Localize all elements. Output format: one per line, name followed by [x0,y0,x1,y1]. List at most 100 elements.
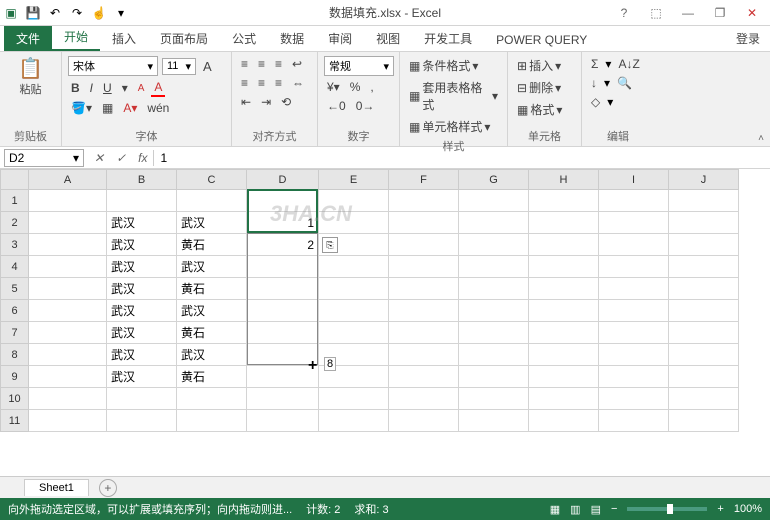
cell-H3[interactable] [529,234,599,256]
cell-B7[interactable]: 武汉 [107,322,177,344]
cell-G1[interactable] [459,190,529,212]
enter-button[interactable]: ✓ [110,151,132,165]
fill-color-button[interactable]: 🪣▾ [68,100,95,116]
cell-G10[interactable] [459,388,529,410]
sign-in-link[interactable]: 登录 [726,26,770,51]
cell-B2[interactable]: 武汉 [107,212,177,234]
cell-D6[interactable] [247,300,319,322]
underline-button[interactable]: U [100,80,115,96]
font-size-combo[interactable]: 11▾ [162,58,196,75]
cell-I11[interactable] [599,410,669,432]
col-header-E[interactable]: E [319,170,389,190]
decrease-decimal-button[interactable]: 0→ [353,98,378,114]
cell-A1[interactable] [29,190,107,212]
cell-C9[interactable]: 黄石 [177,366,247,388]
fill-button[interactable]: ↓ [588,75,600,91]
cell-B10[interactable] [107,388,177,410]
cell-H8[interactable] [529,344,599,366]
format-as-table-button[interactable]: ▦ 套用表格格式 ▾ [406,78,501,114]
cell-I8[interactable] [599,344,669,366]
tab-home[interactable]: 开始 [52,24,100,51]
col-header-A[interactable]: A [29,170,107,190]
cell-J1[interactable] [669,190,739,212]
zoom-out-button[interactable]: − [611,503,617,515]
cell-I10[interactable] [599,388,669,410]
cell-D11[interactable] [247,410,319,432]
zoom-slider[interactable] [627,507,707,511]
cell-H5[interactable] [529,278,599,300]
cell-G5[interactable] [459,278,529,300]
merge-button[interactable]: ⇔ [289,75,307,91]
tab-file[interactable]: 文件 [4,26,52,51]
cell-C1[interactable] [177,190,247,212]
font-name-combo[interactable]: 宋体▾ [68,56,158,76]
col-header-D[interactable]: D [247,170,319,190]
cell-A5[interactable] [29,278,107,300]
row-header-6[interactable]: 6 [1,300,29,322]
view-page-break-icon[interactable]: ▤ [591,503,601,516]
col-header-I[interactable]: I [599,170,669,190]
cell-B1[interactable] [107,190,177,212]
view-normal-icon[interactable]: ▦ [550,503,560,516]
cell-F6[interactable] [389,300,459,322]
cell-B6[interactable]: 武汉 [107,300,177,322]
increase-indent-button[interactable]: ⇥ [258,94,274,110]
cell-J3[interactable] [669,234,739,256]
select-all-corner[interactable] [1,170,29,190]
cell-B8[interactable]: 武汉 [107,344,177,366]
tab-insert[interactable]: 插入 [100,26,148,51]
row-header-11[interactable]: 11 [1,410,29,432]
cell-C11[interactable] [177,410,247,432]
cell-I5[interactable] [599,278,669,300]
font-color-button[interactable]: A [151,79,165,97]
find-button[interactable]: 🔍 [614,75,635,91]
orientation-button[interactable]: ⟲ [278,94,294,110]
cell-B5[interactable]: 武汉 [107,278,177,300]
cell-D4[interactable] [247,256,319,278]
cell-D10[interactable] [247,388,319,410]
cell-J6[interactable] [669,300,739,322]
cell-F10[interactable] [389,388,459,410]
cell-C6[interactable]: 武汉 [177,300,247,322]
row-header-9[interactable]: 9 [1,366,29,388]
font-color-red-button[interactable]: A▾ [120,100,140,116]
tab-page-layout[interactable]: 页面布局 [148,26,220,51]
cell-G2[interactable] [459,212,529,234]
minimize-icon[interactable]: — [674,3,702,23]
row-header-3[interactable]: 3 [1,234,29,256]
cell-H10[interactable] [529,388,599,410]
cell-F3[interactable] [389,234,459,256]
cell-E10[interactable] [319,388,389,410]
fx-button[interactable]: fx [132,151,153,165]
border-button[interactable]: ▾ [119,80,131,96]
cell-F8[interactable] [389,344,459,366]
borders-button[interactable]: ▦ [99,100,116,116]
autosum-button[interactable]: Σ [588,56,601,72]
cell-E1[interactable] [319,190,389,212]
cell-C8[interactable]: 武汉 [177,344,247,366]
align-top-button[interactable]: ≡ [238,56,251,72]
cell-E11[interactable] [319,410,389,432]
cell-I3[interactable] [599,234,669,256]
cell-I4[interactable] [599,256,669,278]
redo-icon[interactable]: ↷ [70,6,84,20]
currency-button[interactable]: ¥▾ [324,79,343,95]
cell-E4[interactable] [319,256,389,278]
cell-J4[interactable] [669,256,739,278]
row-header-2[interactable]: 2 [1,212,29,234]
cell-I1[interactable] [599,190,669,212]
qat-dropdown-icon[interactable]: ▾ [114,6,128,20]
increase-decimal-button[interactable]: ←0 [324,98,349,114]
cell-A8[interactable] [29,344,107,366]
align-right-button[interactable]: ≡ [272,75,285,91]
tab-review[interactable]: 审阅 [316,26,364,51]
cell-I2[interactable] [599,212,669,234]
cell-H11[interactable] [529,410,599,432]
phonetic-button[interactable]: wén [144,100,172,116]
col-header-C[interactable]: C [177,170,247,190]
cell-J10[interactable] [669,388,739,410]
cell-F9[interactable] [389,366,459,388]
col-header-J[interactable]: J [669,170,739,190]
row-header-4[interactable]: 4 [1,256,29,278]
grow-font-button[interactable]: A [200,58,215,75]
